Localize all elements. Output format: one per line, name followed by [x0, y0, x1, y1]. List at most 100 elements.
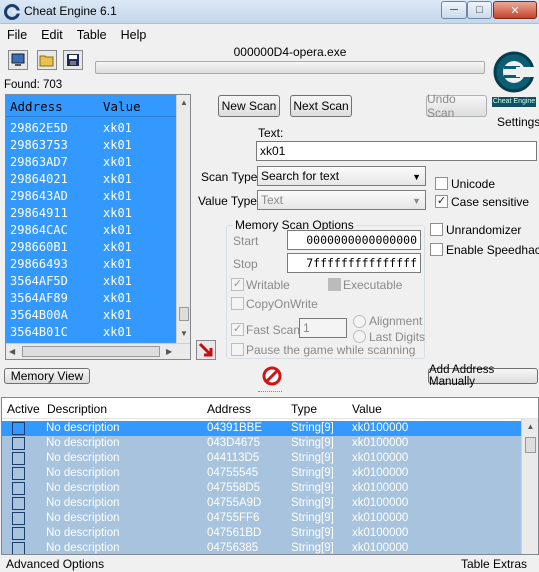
unrandomizer-checkbox[interactable]	[430, 223, 443, 236]
menu-file[interactable]: File	[0, 28, 34, 42]
active-checkbox[interactable]	[12, 542, 25, 554]
clear-list-button[interactable]	[262, 366, 282, 386]
pause-game-checkbox[interactable]	[231, 343, 244, 356]
scan-type-select[interactable]: Search for text ▼	[257, 166, 426, 186]
col-address[interactable]: Address	[10, 99, 63, 114]
value-type-select[interactable]: Text ▼	[257, 190, 426, 210]
table-extras-link[interactable]: Table Extras	[461, 557, 527, 571]
dropdown-arrow-icon: ▼	[412, 172, 421, 182]
menu-edit[interactable]: Edit	[34, 28, 70, 42]
writable-checkbox[interactable]: ✓	[231, 278, 244, 291]
open-file-button[interactable]	[37, 50, 57, 70]
result-row[interactable]: 3564AF5D xk01	[6, 273, 176, 290]
result-row[interactable]: 29863753 xk01	[6, 137, 176, 154]
found-addresses-list[interactable]: Address Value 29862E5D xk01 29863753 xk01 …	[5, 94, 191, 360]
fast-scan-input[interactable]	[299, 318, 347, 338]
col-active[interactable]: Active	[7, 402, 40, 416]
table-row[interactable]: No description 04755FF6 String[9] xk0100000	[2, 511, 521, 526]
col-type[interactable]: Type	[291, 402, 317, 416]
splitter[interactable]	[0, 388, 539, 396]
copy-on-write-checkbox[interactable]	[231, 297, 244, 310]
active-checkbox[interactable]	[12, 527, 25, 540]
result-value: xk01	[103, 206, 132, 220]
menu-help[interactable]: Help	[114, 28, 154, 42]
result-row[interactable]: 3564B01C xk01	[6, 324, 176, 341]
advanced-options-link[interactable]: Advanced Options	[6, 557, 104, 571]
speedhack-checkbox[interactable]	[430, 243, 443, 256]
minimize-icon: ─	[450, 4, 458, 16]
table-row[interactable]: No description 047558D5 String[9] xk0100000	[2, 481, 521, 496]
new-scan-button[interactable]: New Scan	[218, 95, 280, 117]
table-row[interactable]: No description 047561BD String[9] xk0100000	[2, 526, 521, 541]
cheat-table[interactable]: Active Description Address Type Value No…	[1, 397, 539, 555]
save-button[interactable]	[63, 50, 83, 70]
memory-view-button[interactable]: Memory View	[4, 368, 90, 384]
row-value: xk0100000	[352, 437, 409, 449]
next-scan-button[interactable]: Next Scan	[290, 95, 352, 117]
search-text-input[interactable]	[256, 141, 537, 161]
active-checkbox[interactable]	[12, 497, 25, 510]
scroll-down-icon[interactable]: ▼	[177, 329, 190, 338]
table-row[interactable]: No description 04755545 String[9] xk0100000	[2, 466, 521, 481]
add-address-manually-button[interactable]: Add Address Manually	[428, 364, 538, 388]
active-checkbox[interactable]	[12, 437, 25, 450]
unicode-checkbox[interactable]	[435, 177, 448, 190]
results-vertical-scrollbar[interactable]: ▲ ▼	[176, 95, 190, 343]
row-type: String[9]	[291, 512, 334, 524]
result-row[interactable]: 3564AF89 xk01	[6, 290, 176, 307]
col-value[interactable]: Value	[352, 402, 382, 416]
fast-scan-checkbox[interactable]: ✓	[231, 323, 244, 336]
active-checkbox[interactable]	[12, 422, 25, 435]
scroll-up-icon[interactable]: ▲	[522, 422, 538, 431]
table-row[interactable]: No description 04755A9D String[9] xk0100000	[2, 496, 521, 511]
maximize-button[interactable]: □	[467, 1, 492, 19]
minimize-button[interactable]: ─	[441, 1, 467, 19]
result-row[interactable]: 298643AD xk01	[6, 188, 176, 205]
scroll-right-icon[interactable]: ▶	[166, 347, 172, 356]
col-description[interactable]: Description	[47, 402, 107, 416]
active-checkbox[interactable]	[12, 482, 25, 495]
pause-game-label: Pause the game while scanning	[246, 343, 416, 357]
menu-table[interactable]: Table	[70, 28, 114, 42]
active-checkbox[interactable]	[12, 467, 25, 480]
table-row[interactable]: No description 04756385 String[9] xk0100000	[2, 541, 521, 554]
scroll-up-icon[interactable]: ▲	[177, 98, 190, 107]
cheat-engine-logo[interactable]: Cheat Engine	[490, 46, 538, 112]
table-vertical-scrollbar[interactable]: ▲	[521, 419, 538, 554]
results-horizontal-scrollbar[interactable]: ◀ ▶	[6, 343, 190, 359]
undo-scan-button[interactable]: Undo Scan	[426, 92, 487, 120]
last-digits-radio[interactable]	[353, 330, 366, 343]
result-row[interactable]: 29863AD7 xk01	[6, 154, 176, 171]
select-process-button[interactable]	[8, 50, 28, 70]
executable-checkbox[interactable]	[328, 278, 341, 291]
result-row[interactable]: 29862E5D xk01	[6, 120, 176, 137]
active-checkbox[interactable]	[12, 452, 25, 465]
result-row[interactable]: 29864021 xk01	[6, 171, 176, 188]
table-scroll-thumb[interactable]	[525, 437, 536, 453]
cheat-table-header: Active Description Address Type Value	[2, 398, 538, 419]
result-row[interactable]: 3564B00A xk01	[6, 307, 176, 324]
table-row[interactable]: No description 043D4675 String[9] xk0100000	[2, 436, 521, 451]
alignment-radio[interactable]	[353, 315, 366, 328]
col-value[interactable]: Value	[103, 99, 141, 114]
result-row[interactable]: 29864911 xk01	[6, 205, 176, 222]
close-button[interactable]: ✕	[493, 1, 537, 19]
results-hscroll-thumb[interactable]	[22, 346, 160, 357]
writable-label: Writable	[246, 278, 290, 292]
result-row[interactable]: 29866493 xk01	[6, 256, 176, 273]
result-row[interactable]: 298660B1 xk01	[6, 239, 176, 256]
results-scroll-thumb[interactable]	[179, 307, 189, 321]
settings-label[interactable]: Settings	[497, 115, 539, 129]
result-address: 3564B00A	[10, 308, 68, 322]
start-address-input[interactable]	[287, 230, 421, 250]
add-selected-to-list-button[interactable]	[196, 340, 216, 360]
case-sensitive-checkbox[interactable]: ✓	[435, 195, 448, 208]
table-row[interactable]: No description 044113D5 String[9] xk0100000	[2, 451, 521, 466]
stop-address-input[interactable]	[287, 253, 421, 273]
result-row[interactable]: 29864CAC xk01	[6, 222, 176, 239]
row-address: 047558D5	[207, 482, 261, 494]
table-row[interactable]: No description 04391BBE String[9] xk0100000	[2, 421, 521, 436]
active-checkbox[interactable]	[12, 512, 25, 525]
scroll-left-icon[interactable]: ◀	[9, 347, 15, 356]
col-address[interactable]: Address	[207, 402, 251, 416]
